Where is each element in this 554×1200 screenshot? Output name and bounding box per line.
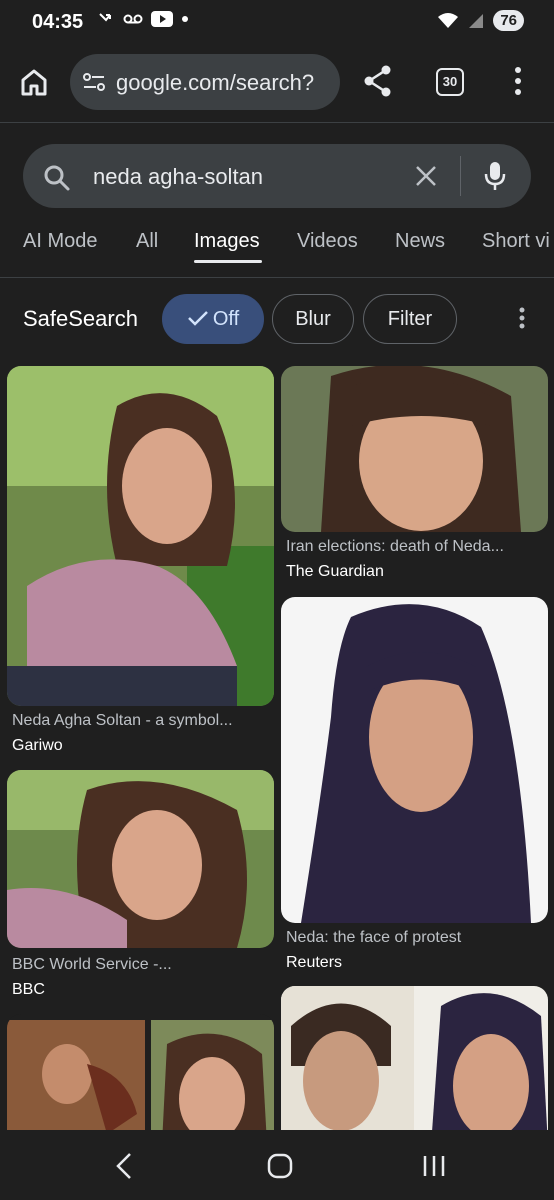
- image-result-card[interactable]: Neda Agha Soltan - a symbol... Gariwo: [7, 366, 274, 760]
- result-caption: Neda Agha Soltan - a symbol...: [12, 712, 233, 729]
- result-thumbnail[interactable]: [7, 1014, 274, 1144]
- checkmark-icon: [187, 311, 208, 326]
- youtube-icon: [151, 11, 173, 27]
- tab-news[interactable]: News: [395, 230, 445, 253]
- chip-label: Off: [212, 308, 240, 330]
- result-thumbnail[interactable]: [281, 366, 548, 532]
- portrait-image: [281, 366, 548, 532]
- more-options-icon[interactable]: [515, 306, 529, 332]
- search-divider: [460, 156, 461, 196]
- tabs-divider: [0, 277, 554, 278]
- portrait-image: [7, 770, 274, 948]
- toolbar-divider: [0, 122, 554, 123]
- tab-videos[interactable]: Videos: [297, 230, 358, 253]
- image-result-card[interactable]: [7, 1014, 274, 1144]
- browser-toolbar: google.com/search? 30: [0, 44, 554, 122]
- system-navigation-bar: [0, 1130, 554, 1200]
- image-result-card[interactable]: Neda: the face of protest Reuters: [281, 597, 548, 977]
- tab-short-videos[interactable]: Short vi: [482, 230, 550, 253]
- search-box[interactable]: neda agha-soltan: [23, 144, 531, 208]
- system-icons: 76: [437, 10, 524, 31]
- address-bar[interactable]: google.com/search?: [70, 54, 340, 110]
- clear-icon[interactable]: [413, 163, 439, 189]
- collage-image: [281, 986, 548, 1146]
- safesearch-label: SafeSearch: [23, 306, 138, 331]
- dot-icon: [182, 16, 188, 22]
- active-tab-indicator: [194, 260, 262, 263]
- signal-icon: [469, 13, 484, 28]
- status-bar: 04:35 76: [0, 0, 554, 44]
- result-caption: BBC World Service -...: [12, 956, 172, 973]
- result-caption: Neda: the face of protest: [286, 929, 462, 946]
- tab-images[interactable]: Images: [194, 230, 260, 253]
- back-icon[interactable]: [114, 1152, 136, 1180]
- search-tabs: AI Mode All Images Videos News Short vi: [0, 224, 554, 278]
- image-result-card[interactable]: BBC World Service -... BBC: [7, 770, 274, 1002]
- result-caption: Iran elections: death of Neda...: [286, 538, 504, 555]
- site-settings-icon[interactable]: [82, 71, 106, 93]
- url-text: google.com/search?: [116, 70, 315, 95]
- tab-switcher-button[interactable]: 30: [436, 68, 464, 96]
- result-thumbnail[interactable]: [281, 597, 548, 923]
- battery-level: 76: [493, 10, 524, 31]
- result-source: Gariwo: [12, 737, 63, 754]
- result-source: The Guardian: [286, 563, 384, 580]
- recent-apps-icon[interactable]: [422, 1152, 446, 1180]
- home-nav-icon[interactable]: [266, 1152, 294, 1180]
- result-thumbnail[interactable]: [281, 986, 548, 1146]
- result-thumbnail[interactable]: [7, 366, 274, 706]
- filter-bar: SafeSearch Off Blur Filter: [0, 292, 554, 346]
- result-thumbnail[interactable]: [7, 770, 274, 948]
- notification-icons: [97, 10, 189, 28]
- result-source: BBC: [12, 981, 45, 998]
- image-result-card[interactable]: Iran elections: death of Neda... The Gua…: [281, 366, 548, 586]
- search-icon: [44, 165, 70, 191]
- safesearch-filter-chip[interactable]: Filter: [363, 294, 457, 344]
- image-result-card[interactable]: [281, 986, 548, 1146]
- safesearch-blur-chip[interactable]: Blur: [272, 294, 354, 344]
- portrait-image: [281, 597, 548, 923]
- status-time: 04:35: [32, 11, 84, 33]
- safesearch-off-chip[interactable]: Off: [162, 294, 264, 344]
- share-icon[interactable]: [362, 64, 394, 98]
- tab-ai-mode[interactable]: AI Mode: [23, 230, 97, 253]
- collage-image: [7, 1014, 274, 1144]
- missed-call-icon: [99, 13, 111, 22]
- result-source: Reuters: [286, 954, 343, 971]
- voicemail-icon: [123, 14, 143, 24]
- search-input[interactable]: neda agha-soltan: [93, 164, 263, 190]
- overflow-menu-icon[interactable]: [508, 64, 528, 98]
- wifi-icon: [438, 12, 459, 28]
- home-icon: [21, 69, 47, 96]
- home-button[interactable]: [16, 64, 52, 100]
- portrait-image: [7, 366, 274, 706]
- tab-all[interactable]: All: [136, 230, 158, 253]
- microphone-icon[interactable]: [483, 160, 507, 192]
